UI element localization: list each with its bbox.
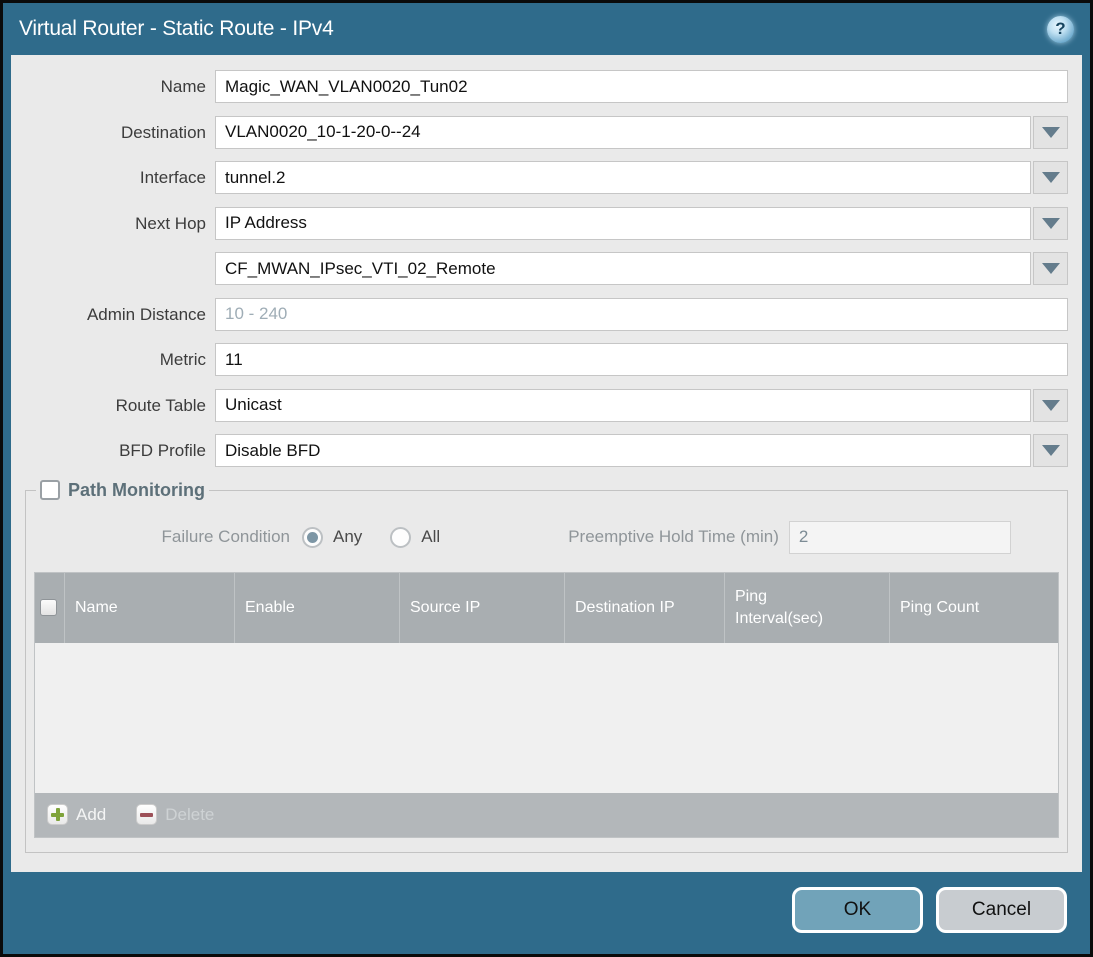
chevron-down-icon xyxy=(1042,218,1060,229)
form-row-destination: Destination xyxy=(25,116,1068,149)
select-all-checkbox[interactable] xyxy=(40,599,57,616)
add-button-label: Add xyxy=(76,805,106,825)
next-hop-address-dropdown-button[interactable] xyxy=(1033,252,1068,285)
failure-condition-all-option[interactable]: All xyxy=(390,527,440,548)
delete-button[interactable]: Delete xyxy=(136,804,214,825)
preemptive-hold-time-label: Preemptive Hold Time (min) xyxy=(568,527,789,547)
chevron-down-icon xyxy=(1042,445,1060,456)
name-input[interactable] xyxy=(215,70,1068,103)
delete-button-label: Delete xyxy=(165,805,214,825)
path-monitoring-table: Name Enable Source IP Destination IP Pin… xyxy=(34,572,1059,838)
form-row-next-hop-address xyxy=(25,252,1068,285)
add-button[interactable]: Add xyxy=(47,804,106,825)
form-row-name: Name xyxy=(25,70,1068,103)
next-hop-address-input[interactable] xyxy=(215,252,1031,285)
table-header-row: Name Enable Source IP Destination IP Pin… xyxy=(35,573,1058,643)
path-monitoring-checkbox[interactable] xyxy=(40,480,60,500)
table-header-destination-ip: Destination IP xyxy=(565,573,725,643)
table-toolbar: Add Delete xyxy=(35,793,1058,837)
route-table-input[interactable] xyxy=(215,389,1031,422)
table-header-ping-interval: Ping Interval(sec) xyxy=(725,573,890,643)
interface-input[interactable] xyxy=(215,161,1031,194)
table-header-ping-count: Ping Count xyxy=(890,573,1058,643)
next-hop-type-dropdown-button[interactable] xyxy=(1033,207,1068,240)
preemptive-hold-time-input[interactable] xyxy=(789,521,1011,554)
form-row-interface: Interface xyxy=(25,161,1068,194)
destination-input[interactable] xyxy=(215,116,1031,149)
chevron-down-icon xyxy=(1042,263,1060,274)
radio-selected-icon xyxy=(302,527,323,548)
name-label: Name xyxy=(25,70,215,103)
destination-label: Destination xyxy=(25,116,215,149)
metric-label: Metric xyxy=(25,343,215,376)
interface-dropdown-button[interactable] xyxy=(1033,161,1068,194)
chevron-down-icon xyxy=(1042,172,1060,183)
destination-dropdown-button[interactable] xyxy=(1033,116,1068,149)
failure-condition-row: Failure Condition Any All Preemptive Hol… xyxy=(34,521,1059,554)
table-header-select-all-cell xyxy=(35,573,65,643)
chevron-down-icon xyxy=(1042,127,1060,138)
bfd-profile-input[interactable] xyxy=(215,434,1031,467)
chevron-down-icon xyxy=(1042,400,1060,411)
dialog-footer: OK Cancel xyxy=(3,872,1090,954)
form-row-admin-distance: Admin Distance xyxy=(25,298,1068,331)
bfd-profile-dropdown-button[interactable] xyxy=(1033,434,1068,467)
form-row-metric: Metric xyxy=(25,343,1068,376)
table-body-empty xyxy=(35,643,1058,793)
failure-condition-any-option[interactable]: Any xyxy=(302,527,362,548)
form-row-route-table: Route Table xyxy=(25,389,1068,422)
table-header-source-ip: Source IP xyxy=(400,573,565,643)
cancel-button[interactable]: Cancel xyxy=(936,887,1067,933)
help-icon[interactable]: ? xyxy=(1047,16,1074,43)
form-row-next-hop: Next Hop xyxy=(25,207,1068,240)
interface-label: Interface xyxy=(25,161,215,194)
dialog-title: Virtual Router - Static Route - IPv4 xyxy=(19,17,1047,41)
next-hop-type-input[interactable] xyxy=(215,207,1031,240)
dialog-titlebar: Virtual Router - Static Route - IPv4 ? xyxy=(3,3,1090,55)
path-monitoring-section: Path Monitoring Failure Condition Any Al… xyxy=(25,480,1068,853)
failure-condition-all-label: All xyxy=(421,527,440,547)
route-table-label: Route Table xyxy=(25,389,215,422)
radio-unselected-icon xyxy=(390,527,411,548)
failure-condition-label: Failure Condition xyxy=(34,527,302,547)
failure-condition-options: Any All xyxy=(302,527,440,548)
next-hop-address-label xyxy=(25,252,215,285)
admin-distance-input[interactable] xyxy=(215,298,1068,331)
admin-distance-label: Admin Distance xyxy=(25,298,215,331)
metric-input[interactable] xyxy=(215,343,1068,376)
route-table-dropdown-button[interactable] xyxy=(1033,389,1068,422)
static-route-dialog: Virtual Router - Static Route - IPv4 ? N… xyxy=(0,0,1093,957)
table-header-name: Name xyxy=(65,573,235,643)
add-plus-icon xyxy=(47,804,68,825)
delete-minus-icon xyxy=(136,804,157,825)
next-hop-label: Next Hop xyxy=(25,207,215,240)
bfd-profile-label: BFD Profile xyxy=(25,434,215,467)
dialog-content: Name Destination Interface Next Hop xyxy=(11,55,1082,872)
path-monitoring-title: Path Monitoring xyxy=(68,480,205,501)
form-row-bfd-profile: BFD Profile xyxy=(25,434,1068,467)
failure-condition-any-label: Any xyxy=(333,527,362,547)
table-header-enable: Enable xyxy=(235,573,400,643)
path-monitoring-legend: Path Monitoring xyxy=(36,480,209,501)
ok-button[interactable]: OK xyxy=(792,887,923,933)
